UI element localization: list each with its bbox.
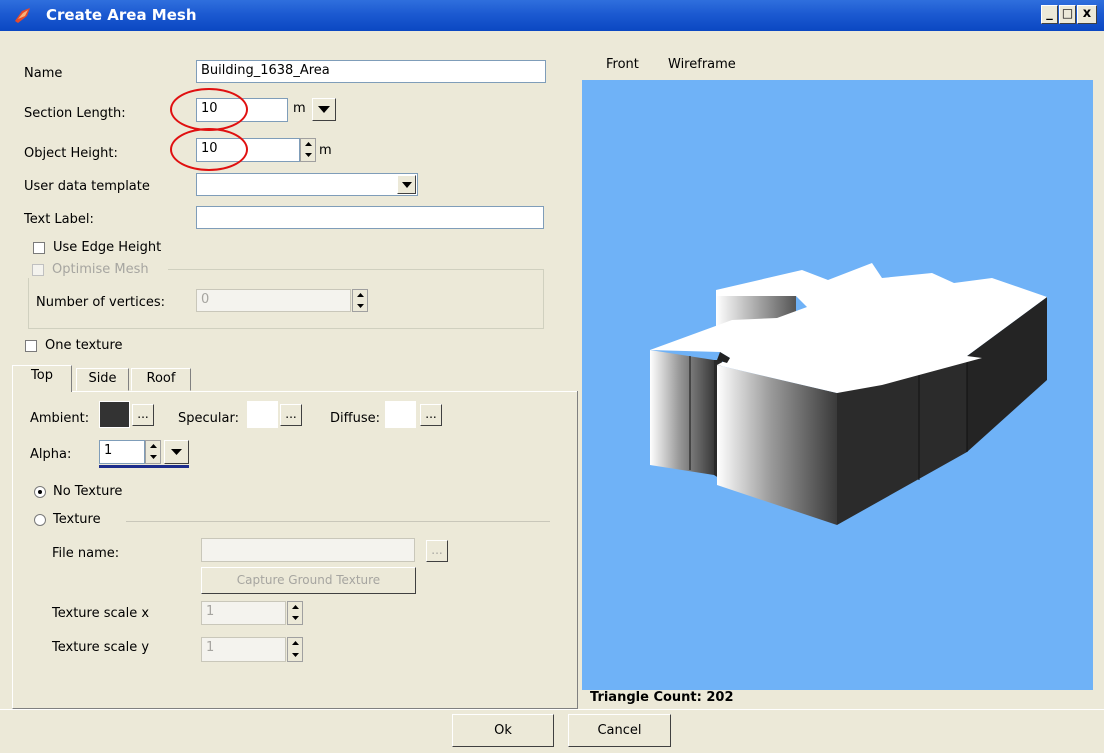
- section-length-label: Section Length:: [24, 106, 126, 121]
- chevron-down-icon: [171, 449, 182, 455]
- menu-wireframe[interactable]: Wireframe: [668, 57, 736, 73]
- maximize-button[interactable]: □: [1059, 5, 1076, 24]
- optimise-mesh-legend: Optimise Mesh: [28, 262, 168, 278]
- 3d-viewport[interactable]: [582, 80, 1093, 690]
- spin-up-icon[interactable]: [292, 605, 299, 610]
- triangle-count: Triangle Count: 202: [590, 690, 734, 705]
- chevron-down-icon: [402, 182, 412, 188]
- capture-ground-texture-button[interactable]: Capture Ground Texture: [201, 567, 416, 594]
- spin-down-icon[interactable]: [357, 304, 364, 309]
- one-texture-checkbox[interactable]: [25, 340, 37, 352]
- user-data-template-label: User data template: [24, 179, 150, 194]
- number-of-vertices-label: Number of vertices:: [36, 295, 166, 310]
- optimise-mesh-label: Optimise Mesh: [52, 262, 149, 277]
- diffuse-label: Diffuse:: [330, 411, 380, 426]
- name-label: Name: [24, 66, 63, 81]
- texture-scale-y-label: Texture scale y: [52, 640, 150, 655]
- name-input[interactable]: Building_1638_Area: [196, 60, 546, 83]
- use-edge-height-label: Use Edge Height: [53, 240, 162, 255]
- title-bar[interactable]: Create Area Mesh _ □ x: [0, 0, 1104, 31]
- spin-down-icon[interactable]: [292, 653, 299, 658]
- object-height-label: Object Height:: [24, 146, 118, 161]
- texture-scale-x-label: Texture scale x: [52, 606, 150, 621]
- user-data-template-select[interactable]: [196, 173, 418, 196]
- radio-dot: [38, 490, 42, 494]
- one-texture-label: One texture: [45, 338, 123, 353]
- spin-up-icon[interactable]: [292, 641, 299, 646]
- diffuse-color-swatch[interactable]: [385, 401, 416, 428]
- tab-roof[interactable]: Roof: [131, 368, 191, 391]
- spin-down-icon[interactable]: [305, 153, 312, 158]
- text-label-input[interactable]: [196, 206, 544, 229]
- object-height-unit: m: [319, 143, 332, 158]
- use-edge-height-checkbox[interactable]: [33, 242, 45, 254]
- number-of-vertices-input[interactable]: 0: [196, 289, 351, 312]
- section-length-dropdown[interactable]: [312, 98, 336, 121]
- texture-group-line: [126, 521, 550, 522]
- diffuse-browse-button[interactable]: ...: [420, 404, 442, 426]
- spin-down-icon[interactable]: [292, 616, 299, 621]
- file-name-label: File name:: [52, 546, 120, 561]
- texture-scale-x-spinner[interactable]: [287, 601, 303, 625]
- chevron-down-icon: [318, 106, 330, 113]
- texture-scale-y-input[interactable]: 1: [201, 637, 286, 662]
- no-texture-label: No Texture: [53, 484, 123, 499]
- alpha-spinner[interactable]: [145, 440, 161, 464]
- spin-up-icon[interactable]: [305, 142, 312, 147]
- alpha-label: Alpha:: [30, 447, 72, 462]
- optimise-mesh-checkbox[interactable]: [32, 264, 44, 276]
- ambient-color-swatch[interactable]: [99, 401, 130, 428]
- text-label-label: Text Label:: [24, 212, 94, 227]
- ambient-browse-button[interactable]: ...: [132, 404, 154, 426]
- texture-scale-x-input[interactable]: 1: [201, 601, 286, 625]
- specular-browse-button[interactable]: ...: [280, 404, 302, 426]
- cancel-button[interactable]: Cancel: [568, 714, 671, 747]
- spin-down-icon[interactable]: [150, 455, 157, 460]
- highlight-circle-section-length: [170, 88, 248, 131]
- alpha-input[interactable]: 1: [99, 440, 145, 464]
- texture-scale-y-spinner[interactable]: [287, 637, 303, 662]
- highlight-circle-object-height: [170, 128, 248, 171]
- building-mesh: [650, 263, 1047, 525]
- spin-up-icon[interactable]: [357, 293, 364, 298]
- close-button[interactable]: x: [1077, 5, 1097, 24]
- no-texture-radio[interactable]: [34, 486, 46, 498]
- alpha-focus-underline: [99, 465, 189, 468]
- ambient-label: Ambient:: [30, 411, 90, 426]
- specular-label: Specular:: [178, 411, 239, 426]
- spin-up-icon[interactable]: [150, 444, 157, 449]
- texture-radio[interactable]: [34, 514, 46, 526]
- specular-color-swatch[interactable]: [247, 401, 278, 428]
- alpha-dropdown[interactable]: [164, 440, 189, 464]
- file-name-input[interactable]: [201, 538, 415, 562]
- minimize-button[interactable]: _: [1041, 5, 1058, 24]
- app-icon: [15, 8, 30, 23]
- window-title: Create Area Mesh: [46, 6, 197, 24]
- tab-side[interactable]: Side: [76, 368, 129, 391]
- ok-button[interactable]: Ok: [452, 714, 554, 747]
- footer-divider: [0, 709, 1104, 710]
- menu-front[interactable]: Front: [606, 57, 639, 73]
- number-of-vertices-spinner[interactable]: [352, 289, 368, 312]
- object-height-spinner[interactable]: [300, 138, 316, 162]
- file-browse-button[interactable]: ...: [426, 540, 448, 562]
- user-data-template-dropdown[interactable]: [397, 175, 416, 194]
- texture-label: Texture: [53, 512, 101, 527]
- section-length-unit: m: [293, 101, 306, 116]
- tab-top[interactable]: Top: [12, 365, 72, 392]
